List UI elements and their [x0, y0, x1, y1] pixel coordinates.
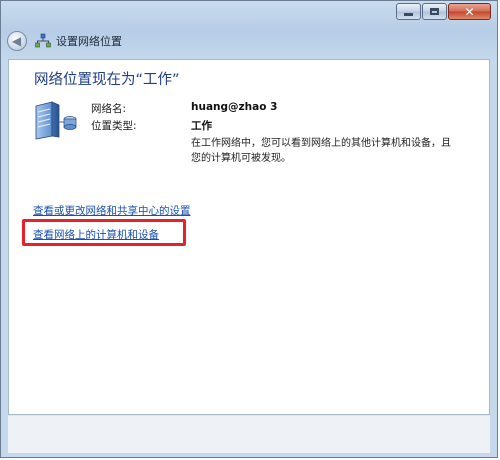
window-controls: ✕	[396, 3, 491, 20]
network-icon	[35, 33, 51, 48]
location-type-label: 位置类型:	[91, 120, 137, 132]
close-button[interactable]: ✕	[448, 3, 491, 20]
maximize-button[interactable]	[422, 3, 447, 20]
close-icon: ✕	[464, 4, 475, 19]
content-panel: 网络位置现在为“工作” 网络名: huang@zhao 3 位置类型: 工作 在…	[8, 59, 490, 415]
nav-bar: ◀ 设置网络位置	[1, 27, 497, 55]
window-title: 设置网络位置	[56, 35, 122, 48]
network-name-value: huang@zhao 3	[191, 101, 278, 113]
highlight-annotation	[22, 219, 186, 246]
location-description: 在工作网络中，您可以看到网络上的其他计算机和设备，且您的计算机可被发现。	[191, 138, 451, 164]
dialog-window: ✕ ◀ 设置网络位置 网络位置现在为“工作” 网络名: huang@zhao 3…	[0, 0, 498, 458]
title-bar[interactable]: ✕	[1, 1, 497, 27]
dialog-footer	[8, 415, 490, 453]
minimize-button[interactable]	[396, 3, 421, 20]
maximize-icon	[430, 8, 439, 15]
page-title: 网络位置现在为“工作”	[34, 72, 180, 88]
network-sharing-center-link[interactable]: 查看或更改网络和共享中心的设置	[33, 203, 191, 218]
network-name-label: 网络名:	[91, 103, 127, 115]
back-button[interactable]: ◀	[7, 31, 27, 51]
minimize-icon	[404, 13, 413, 16]
server-network-icon	[35, 101, 77, 140]
location-type-value: 工作	[191, 120, 212, 132]
back-arrow-icon: ◀	[11, 34, 22, 48]
